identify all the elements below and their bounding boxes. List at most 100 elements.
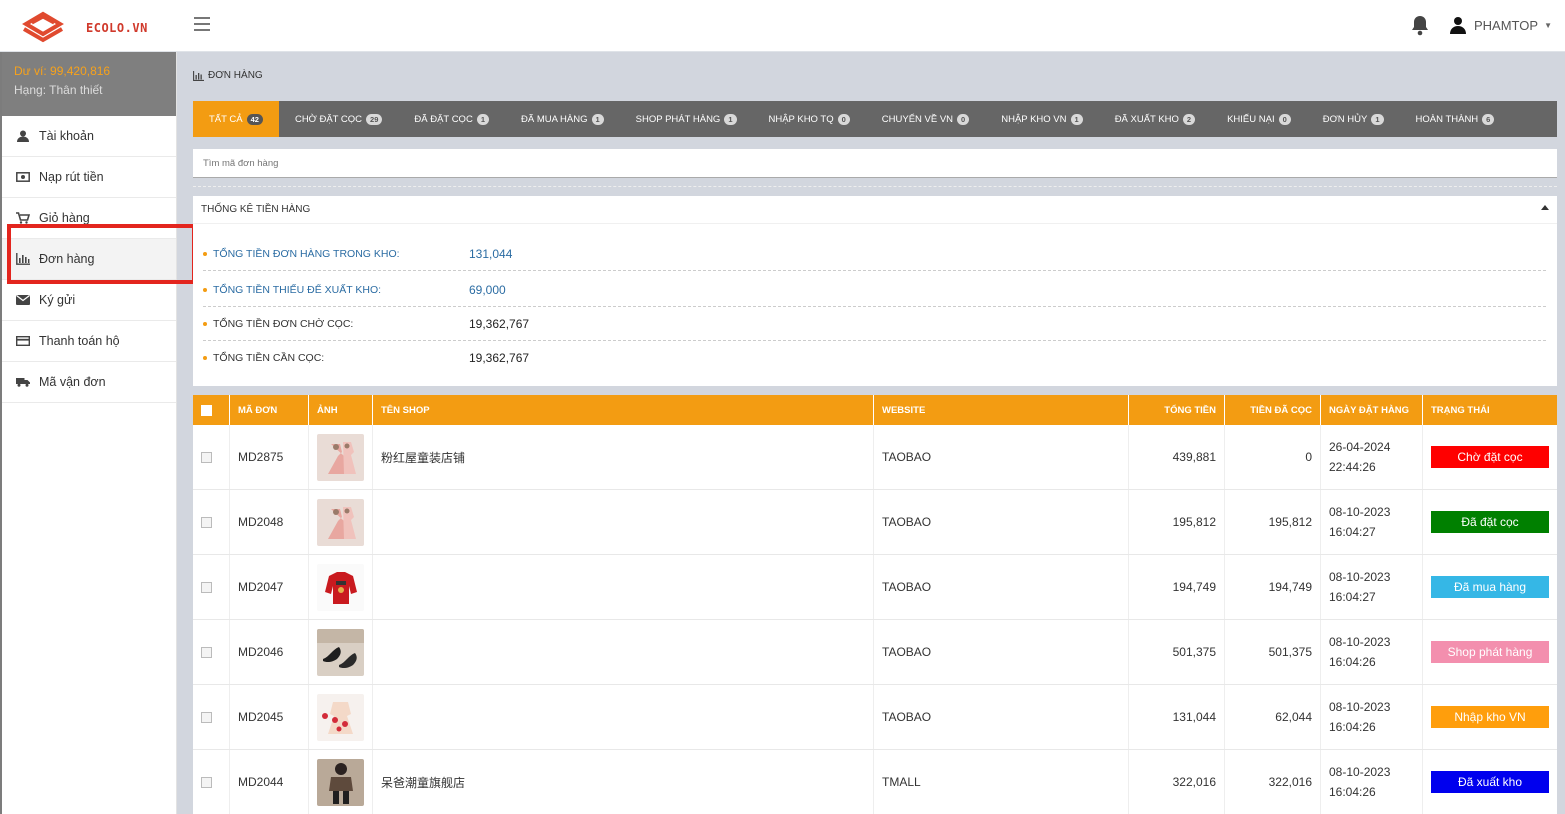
floral-dress-thumb[interactable]	[317, 693, 364, 741]
stat-label: TỔNG TIỀN ĐƠN CHỜ CỌC:	[213, 317, 354, 330]
sidebar-item-consign[interactable]: Ký gửi	[2, 280, 176, 321]
stats-header[interactable]: THỐNG KÊ TIỀN HÀNG	[193, 196, 1557, 224]
deposit-amount: 194,749	[1225, 555, 1321, 619]
logo[interactable]: ECOLO.VN	[18, 10, 178, 46]
tab-completed[interactable]: HOÀN THÀNH 6	[1400, 101, 1511, 137]
order-time: 16:04:27	[1329, 525, 1376, 539]
top-bar: ECOLO.VN PHAMTOP ▼	[0, 0, 1565, 52]
divider	[193, 186, 1557, 187]
deposit-amount: 322,016	[1225, 750, 1321, 814]
row-checkbox[interactable]	[201, 451, 212, 463]
table-row[interactable]: MD2048 TAOBAO 195,812 195,812 08-10-2023…	[193, 490, 1557, 555]
tab-count-badge: 29	[366, 113, 383, 125]
user-menu[interactable]: PHAMTOP ▼	[1450, 16, 1552, 34]
sidebar-item-deposit[interactable]: Nạp rút tiền	[2, 157, 176, 198]
total-amount: 439,881	[1129, 425, 1225, 489]
tab-all[interactable]: TẤT CẢ 42	[193, 101, 279, 137]
col-header-order-id[interactable]: MÃ ĐƠN	[230, 395, 309, 425]
tab-label: NHẬP KHO VN	[1001, 113, 1067, 125]
hamburger-icon[interactable]	[194, 17, 210, 31]
row-checkbox[interactable]	[201, 776, 212, 788]
wallet-panel: Dư ví: 99,420,816 Hạng: Thân thiết	[2, 52, 176, 116]
collapse-icon[interactable]	[1541, 205, 1549, 210]
website: TAOBAO	[874, 425, 1129, 489]
tab-vn-warehouse[interactable]: NHẬP KHO VN 1	[985, 101, 1098, 137]
sidebar-item-pay-on-behalf[interactable]: Thanh toán hộ	[2, 321, 176, 362]
tab-shop-shipped[interactable]: SHOP PHÁT HÀNG 1	[620, 101, 753, 137]
deposit-amount: 501,375	[1225, 620, 1321, 684]
order-id[interactable]: MD2048	[230, 490, 309, 554]
status-badge[interactable]: Shop phát hàng	[1431, 641, 1549, 663]
pink-dress-thumb[interactable]	[317, 433, 364, 481]
kid-outfit-thumb[interactable]	[317, 758, 364, 806]
tab-count-badge: 6	[1482, 113, 1495, 125]
order-search-input[interactable]	[193, 149, 1557, 177]
search-bar	[193, 149, 1557, 178]
bullet-icon	[203, 287, 207, 292]
total-amount: 501,375	[1129, 620, 1225, 684]
order-id[interactable]: MD2045	[230, 685, 309, 749]
tab-deposited[interactable]: ĐÃ ĐẶT CỌC 1	[398, 101, 505, 137]
breadcrumb-label: ĐƠN HÀNG	[208, 70, 263, 81]
col-header-shop[interactable]: TÊN SHOP	[373, 395, 874, 425]
stat-value: 19,362,767	[469, 351, 530, 365]
row-checkbox[interactable]	[201, 581, 212, 593]
col-header-website[interactable]: WEBSITE	[874, 395, 1129, 425]
status-badge[interactable]: Nhập kho VN	[1431, 706, 1549, 728]
tab-to-vn[interactable]: CHUYỂN VỀ VN 0	[866, 101, 985, 137]
tab-complaints[interactable]: KHIẾU NẠI 0	[1211, 101, 1307, 137]
pink-dress-thumb[interactable]	[317, 498, 364, 546]
orders-table: MÃ ĐƠN ẢNH TÊN SHOP WEBSITE TỔNG TIỀN TI…	[193, 395, 1557, 814]
status-badge[interactable]: Chờ đặt cọc	[1431, 446, 1549, 468]
red-sweater-thumb[interactable]	[317, 563, 364, 611]
website: TAOBAO	[874, 490, 1129, 554]
tab-awaiting-deposit[interactable]: CHỜ ĐẶT CỌC 29	[279, 101, 398, 137]
col-header-status[interactable]: TRẠNG THÁI	[1423, 395, 1557, 425]
sidebar-item-tracking[interactable]: Mã vận đơn	[2, 362, 176, 403]
credit-card-icon	[16, 335, 30, 347]
table-row[interactable]: MD2047 TAOBAO 194,749 194,749 08-10-2023…	[193, 555, 1557, 620]
stats-title: THỐNG KÊ TIỀN HÀNG	[201, 204, 311, 215]
deposit-amount: 62,044	[1225, 685, 1321, 749]
cart-icon	[16, 212, 30, 224]
order-id[interactable]: MD2047	[230, 555, 309, 619]
tab-cancelled[interactable]: ĐƠN HỦY 1	[1307, 101, 1400, 137]
col-header-total[interactable]: TỔNG TIỀN	[1129, 395, 1225, 425]
caret-down-icon: ▼	[1544, 20, 1552, 30]
logo-icon	[22, 11, 64, 43]
website: TAOBAO	[874, 555, 1129, 619]
order-date: 08-10-2023	[1329, 570, 1391, 584]
row-checkbox[interactable]	[201, 516, 212, 528]
bell-icon[interactable]	[1410, 14, 1430, 36]
tab-shipped-out[interactable]: ĐÃ XUẤT KHO 2	[1099, 101, 1211, 137]
tab-count-badge: 1	[476, 113, 489, 125]
bullet-icon	[203, 321, 207, 326]
select-all-checkbox[interactable]	[201, 404, 212, 416]
status-badge[interactable]: Đã xuất kho	[1431, 771, 1549, 793]
order-id[interactable]: MD2044	[230, 750, 309, 814]
table-header: MÃ ĐƠN ẢNH TÊN SHOP WEBSITE TỔNG TIỀN TI…	[193, 395, 1557, 425]
table-row[interactable]: MD2875 粉红屋童装店铺 TAOBAO 439,881 0 26-04-20…	[193, 425, 1557, 490]
black-shoes-thumb[interactable]	[317, 628, 364, 676]
col-header-date[interactable]: NGÀY ĐẶT HÀNG	[1321, 395, 1423, 425]
table-row[interactable]: MD2045 TAOBAO 131,044 62,044 08-10-2023 1…	[193, 685, 1557, 750]
order-id[interactable]: MD2046	[230, 620, 309, 684]
envelope-icon	[16, 295, 30, 305]
col-header-deposit[interactable]: TIỀN ĐÃ CỌC	[1225, 395, 1321, 425]
deposit-amount: 195,812	[1225, 490, 1321, 554]
sidebar-item-account[interactable]: Tài khoản	[2, 116, 176, 157]
tab-count-badge: 0	[837, 113, 850, 125]
order-time: 22:44:26	[1329, 460, 1376, 474]
table-row[interactable]: MD2044 呆爸潮童旗舰店 TMALL 322,016 322,016 08-…	[193, 750, 1557, 814]
status-badge[interactable]: Đã mua hàng	[1431, 576, 1549, 598]
table-row[interactable]: MD2046 TAOBAO 501,375 501,375 08-10-2023…	[193, 620, 1557, 685]
status-badge[interactable]: Đã đặt cọc	[1431, 511, 1549, 533]
order-id[interactable]: MD2875	[230, 425, 309, 489]
stat-row-deposit-needed: TỔNG TIỀN CẦN CỌC: 19,362,767	[203, 341, 1546, 375]
row-checkbox[interactable]	[201, 646, 212, 658]
tab-purchased[interactable]: ĐÃ MUA HÀNG 1	[505, 101, 620, 137]
tab-cn-warehouse[interactable]: NHẬP KHO TQ 0	[753, 101, 866, 137]
tab-label: SHOP PHÁT HÀNG	[635, 113, 721, 125]
row-checkbox[interactable]	[201, 711, 212, 723]
order-status-tabs: TẤT CẢ 42 CHỜ ĐẶT CỌC 29 ĐÃ ĐẶT CỌC 1 ĐÃ MU…	[193, 101, 1557, 137]
